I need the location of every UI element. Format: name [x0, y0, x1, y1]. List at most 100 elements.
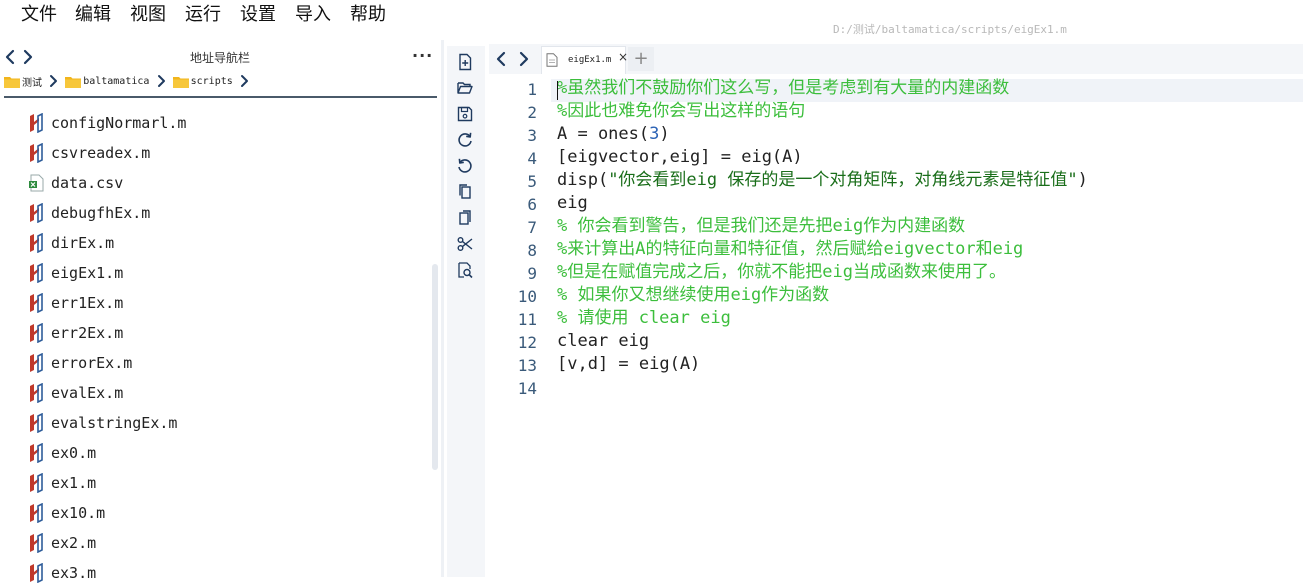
navigator-title: 地址导航栏: [189, 51, 250, 65]
file-path-hint: D:/测试/baltamatica/scripts/eigEx1.m: [833, 23, 1067, 36]
file-list-item[interactable]: ex3.m: [26, 558, 96, 588]
file-name: ex1.m: [51, 474, 97, 492]
line-number: 3: [527, 126, 537, 145]
menu-edit[interactable]: 编辑: [75, 4, 111, 26]
tab-back-arrow-icon[interactable]: [494, 50, 508, 68]
m-file-icon: [26, 142, 46, 164]
code-token: ): [1077, 170, 1088, 190]
find-icon[interactable]: [456, 261, 474, 279]
panel-divider: [4, 96, 437, 98]
line-number: 10: [517, 287, 537, 306]
menu-settings[interactable]: 设置: [240, 4, 276, 26]
file-name: csvreadex.m: [51, 144, 151, 162]
file-list-item[interactable]: err2Ex.m: [26, 318, 123, 348]
code-line: % 请使用 clear eig: [557, 307, 731, 330]
file-list-item[interactable]: evalEx.m: [26, 378, 123, 408]
save-icon[interactable]: [456, 105, 474, 123]
csv-file-icon: [26, 173, 46, 193]
code-line: A = ones(3): [557, 123, 670, 146]
file-list-item[interactable]: configNormarl.m: [26, 108, 186, 138]
folder-icon: [4, 76, 20, 88]
back-arrow-icon[interactable]: [3, 48, 17, 66]
file-name: eigEx1.m: [51, 264, 124, 282]
paste-icon[interactable]: [456, 209, 474, 227]
m-file-icon: [26, 562, 46, 584]
editor-toolbar: [447, 46, 485, 577]
line-number: 6: [527, 195, 537, 214]
code-token: eig: [557, 193, 588, 213]
code-token: disp(: [557, 170, 609, 190]
folder-icon: [65, 76, 82, 88]
breadcrumb-item-scripts[interactable]: scripts: [172, 71, 233, 90]
code-token: A = ones(: [557, 124, 650, 144]
file-list-item[interactable]: dirEx.m: [26, 228, 114, 258]
undo-icon[interactable]: [456, 157, 474, 175]
m-file-icon: [26, 412, 46, 434]
file-list-item[interactable]: eigEx1.m: [26, 258, 123, 288]
code-token: [eigvector,eig] = eig(A): [557, 147, 803, 167]
line-number: 1: [527, 80, 537, 99]
file-list-item[interactable]: ex1.m: [26, 468, 96, 498]
breadcrumb-item-test[interactable]: 测试: [4, 71, 42, 90]
copy-icon[interactable]: [456, 183, 474, 201]
line-number: 11: [517, 310, 537, 329]
file-list-item[interactable]: csvreadex.m: [26, 138, 150, 168]
menubar: 文件 编辑 视图 运行 设置 导入 帮助 D:/测试/baltamatica/s…: [0, 0, 1303, 36]
code-editor: eigEx1.m × + 1 2 3 4 5 6 7 8 9 10 11 12 13 14 %虽然我们不鼓…: [489, 44, 1303, 577]
file-name: err2Ex.m: [51, 324, 124, 342]
m-file-icon: [26, 232, 46, 254]
breadcrumb-item-baltamatica[interactable]: baltamatica: [65, 71, 149, 90]
line-number: 5: [527, 172, 537, 191]
code-line: clear eig: [557, 330, 649, 353]
folder-icon: [172, 76, 189, 88]
code-comment: % 如果你又想继续使用eig作为函数: [557, 285, 830, 305]
line-number: 9: [527, 264, 537, 283]
code-line: % 如果你又想继续使用eig作为函数: [557, 284, 829, 307]
file-list-item[interactable]: data.csv: [26, 168, 123, 198]
code-line: disp("你会看到eig 保存的是一个对角矩阵，对角线元素是特征值"): [557, 169, 1088, 192]
file-list-item[interactable]: ex10.m: [26, 498, 105, 528]
menu-help[interactable]: 帮助: [350, 4, 386, 26]
file-list-item[interactable]: evalstringEx.m: [26, 408, 177, 438]
menu-import[interactable]: 导入: [295, 4, 331, 26]
more-options-icon[interactable]: ···: [412, 46, 433, 65]
code-comment: %虽然我们不鼓励你们这么写，但是考虑到有大量的内建函数: [557, 78, 1010, 98]
code-string: "你会看到eig 保存的是一个对角矩阵，对角线元素是特征值": [608, 170, 1078, 190]
code-token: [v,d] = eig(A): [557, 354, 701, 374]
forward-arrow-icon[interactable]: [21, 48, 35, 66]
file-list-item[interactable]: err1Ex.m: [26, 288, 123, 318]
redo-icon[interactable]: [456, 131, 474, 149]
m-file-icon: [26, 442, 46, 464]
file-name: errorEx.m: [51, 354, 133, 372]
tab-eigex1[interactable]: eigEx1.m ×: [541, 46, 628, 74]
close-icon[interactable]: ×: [618, 50, 628, 64]
code-comment: % 你会看到警告，但是我们还是先把eig作为内建函数: [557, 216, 966, 236]
cut-icon[interactable]: [456, 235, 474, 253]
chevron-right-icon: [240, 74, 248, 87]
address-navigator-panel: 地址导航栏 ··· 测试 baltamatica scripts configN…: [0, 40, 440, 584]
scrollbar[interactable]: [432, 264, 438, 470]
tab-forward-arrow-icon[interactable]: [517, 50, 531, 68]
new-file-icon[interactable]: [456, 53, 474, 71]
file-list-item[interactable]: ex0.m: [26, 438, 96, 468]
line-number: 14: [517, 379, 537, 398]
code-token: ): [659, 124, 670, 144]
add-tab-button[interactable]: +: [628, 47, 654, 71]
code-line: %虽然我们不鼓励你们这么写，但是考虑到有大量的内建函数: [557, 77, 1009, 100]
panel-splitter[interactable]: [441, 40, 444, 577]
code-line: eig: [557, 192, 588, 215]
open-folder-icon[interactable]: [456, 79, 474, 97]
file-name: debugfhEx.m: [51, 204, 151, 222]
text-cursor: [557, 81, 558, 100]
file-name: configNormarl.m: [51, 114, 187, 132]
file-name: evalstringEx.m: [51, 414, 178, 432]
file-name: ex3.m: [51, 564, 97, 582]
m-file-icon: [26, 352, 46, 374]
menu-run[interactable]: 运行: [185, 4, 221, 26]
menu-view[interactable]: 视图: [130, 4, 166, 26]
file-list-item[interactable]: debugfhEx.m: [26, 198, 150, 228]
line-number: 13: [517, 356, 537, 375]
menu-file[interactable]: 文件: [21, 4, 57, 26]
file-list-item[interactable]: ex2.m: [26, 528, 96, 558]
file-list-item[interactable]: errorEx.m: [26, 348, 132, 378]
